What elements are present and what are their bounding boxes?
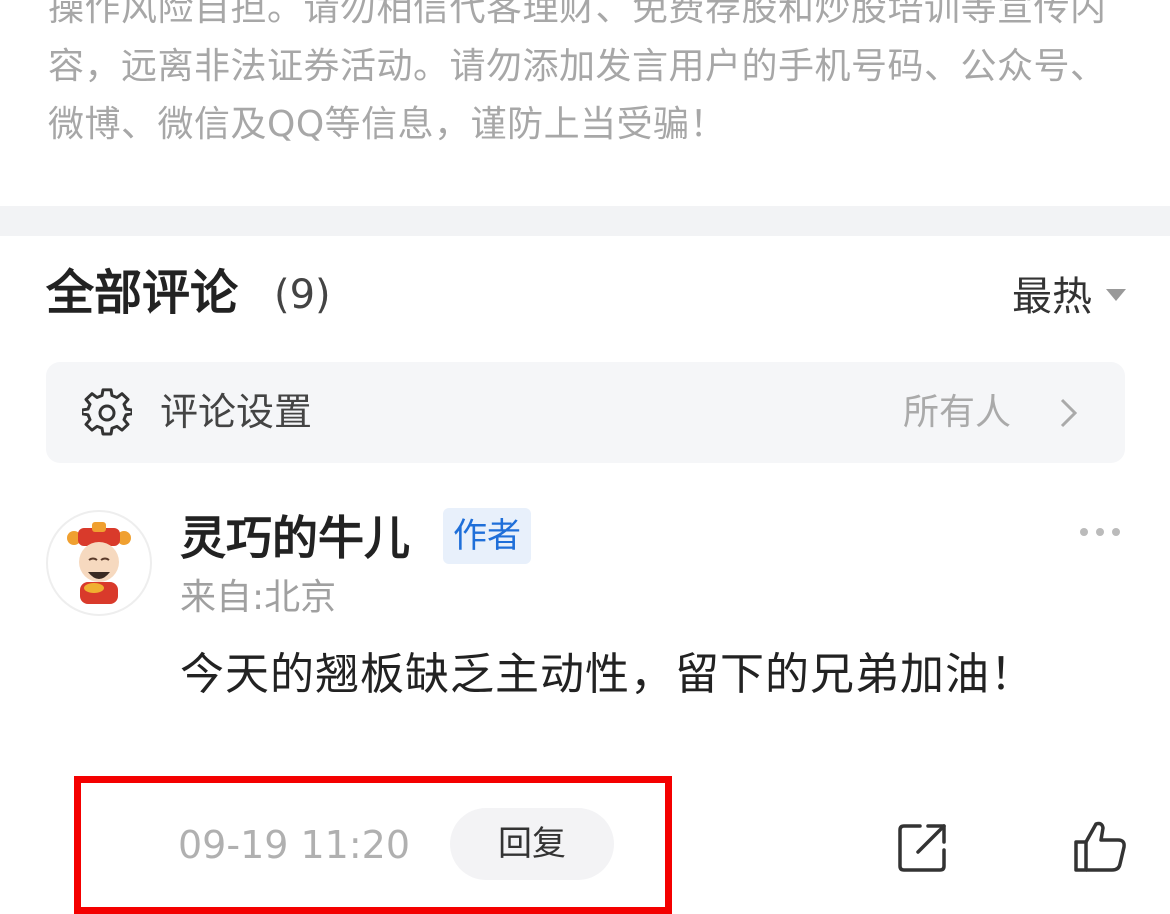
comment-timestamp: 09-19 11:20 (178, 823, 411, 867)
comments-header: 全部评论 (9) 最热 (46, 258, 1126, 328)
comment-text: 今天的翘板缺乏主动性，留下的兄弟加油！ (180, 649, 1035, 700)
comment-username[interactable]: 灵巧的牛儿 (180, 506, 410, 570)
user-avatar[interactable] (46, 510, 152, 616)
sort-label: 最热 (1012, 274, 1092, 320)
risk-disclaimer: 操作风险自担。请勿相信代客理财、免费荐股和炒股培训等宣传内容，远离非法证券活动。… (48, 0, 1107, 145)
comment-settings-row[interactable]: 评论设置 所有人 (46, 362, 1125, 463)
comments-count: (9) (274, 272, 331, 318)
share-icon[interactable] (896, 820, 950, 874)
settings-value: 所有人 (902, 392, 1011, 433)
comment-location: 来自:北京 (180, 577, 337, 618)
settings-label: 评论设置 (160, 390, 313, 434)
chevron-right-icon (1060, 398, 1078, 428)
author-badge: 作者 (443, 508, 531, 564)
comment-item: 灵巧的牛儿 作者 来自:北京 今天的翘板缺乏主动性，留下的兄弟加油！ 09-19… (0, 500, 1170, 914)
caret-down-icon (1106, 289, 1126, 301)
section-divider (0, 206, 1170, 236)
comments-title: 全部评论 (46, 265, 239, 321)
god-of-wealth-avatar (67, 522, 131, 604)
more-dots-icon[interactable] (1078, 526, 1122, 538)
sort-dropdown[interactable]: 最热 (1012, 258, 1126, 328)
gear-icon (82, 388, 132, 436)
reply-button[interactable]: 回复 (450, 808, 614, 880)
thumbs-up-icon[interactable] (1072, 818, 1128, 874)
comment-page: 操作风险自担。请勿相信代客理财、免费荐股和炒股培训等宣传内容，远离非法证券活动。… (0, 0, 1170, 914)
